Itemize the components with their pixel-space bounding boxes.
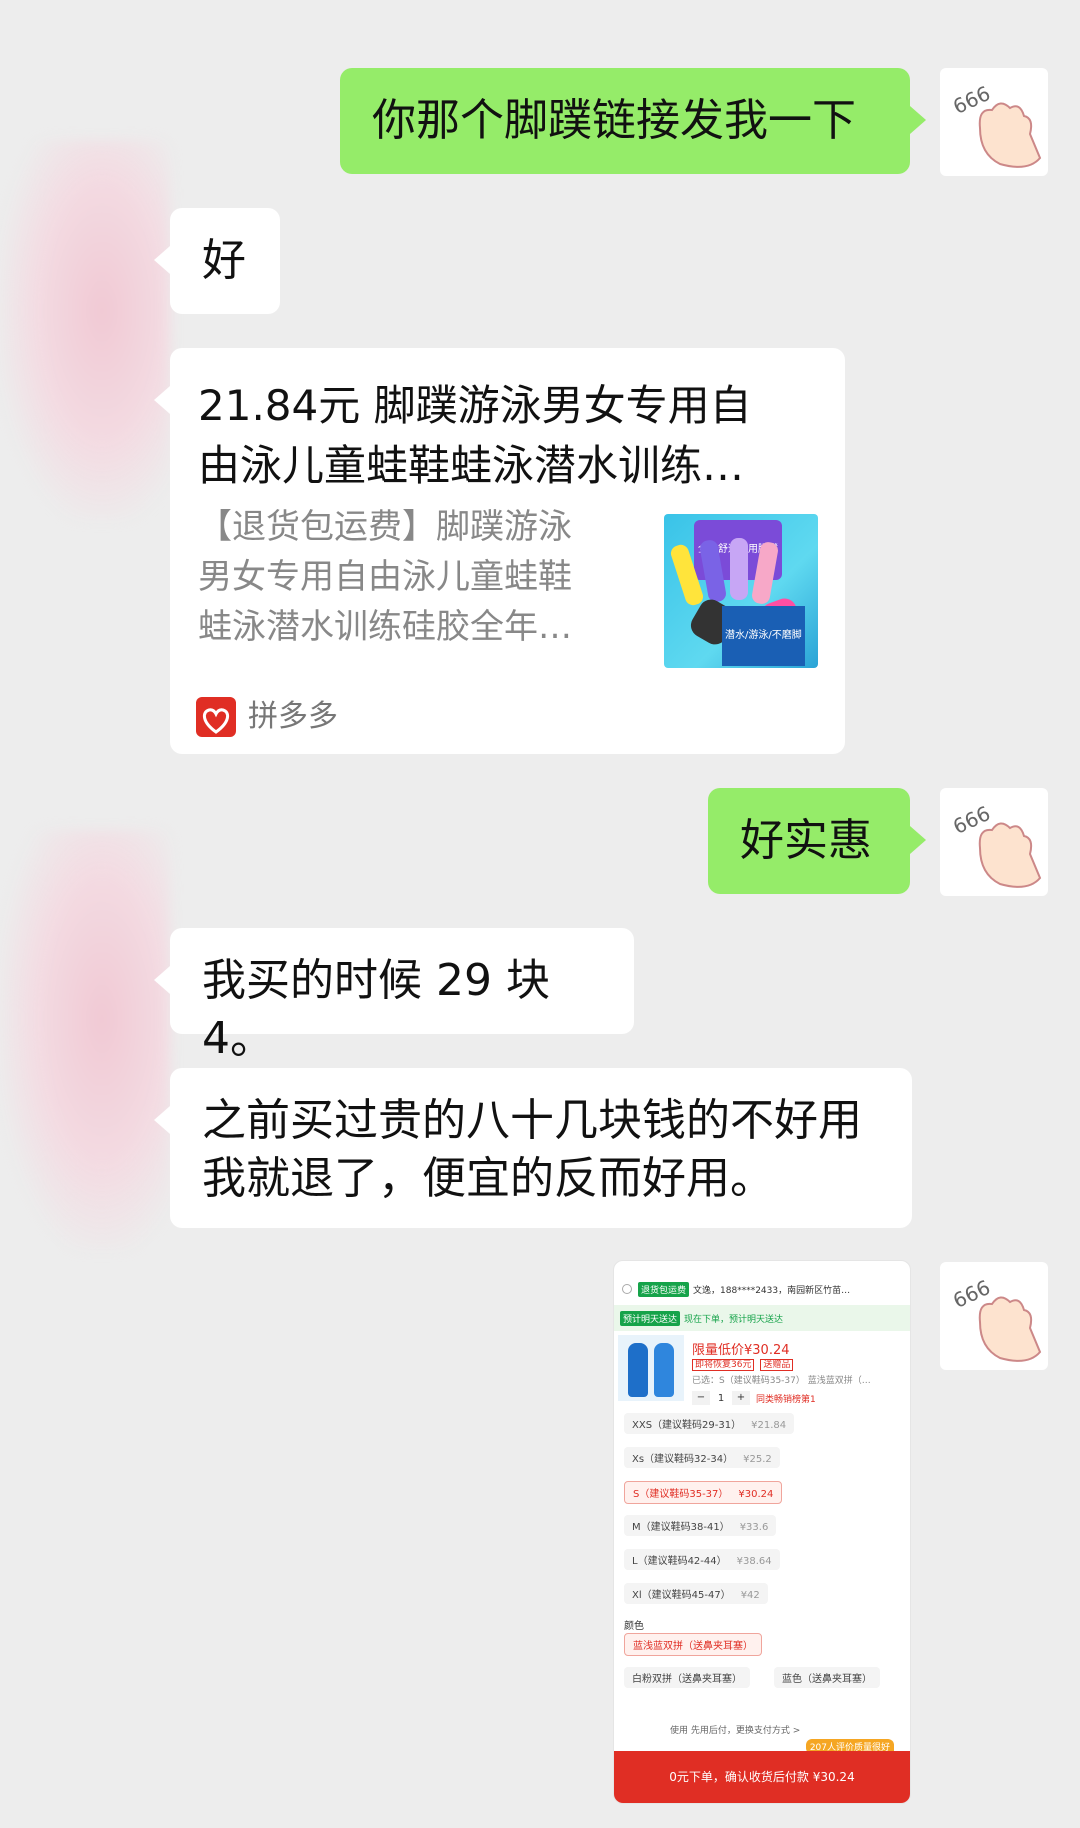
- message-text-line: 之前买过贵的八十几块钱的不好用: [202, 1095, 862, 1146]
- link-card[interactable]: 21.84元 脚蹼游泳男女专用自 由泳儿童蛙鞋蛙泳潜水训练… 【退货包运费】脚蹼…: [170, 348, 845, 754]
- hand-666-icon: 666: [949, 1275, 1042, 1362]
- color-option[interactable]: 蓝色（送鼻夹耳塞）: [774, 1667, 880, 1688]
- message-text: 好实惠: [740, 815, 872, 866]
- hand-666-icon: 666: [949, 81, 1042, 168]
- self-avatar[interactable]: 666: [940, 788, 1048, 896]
- size-option[interactable]: Xs（建议鞋码32-34） ¥25.2: [624, 1447, 780, 1468]
- location-icon: [622, 1284, 632, 1294]
- message-text: 我买的时候 29 块 4。: [202, 955, 550, 1064]
- self-avatar[interactable]: 666: [940, 68, 1048, 176]
- contact-avatar[interactable]: [0, 830, 170, 1250]
- pay-note[interactable]: 使用 先用后付，更换支付方式 >: [670, 1723, 800, 1736]
- message-bubble[interactable]: 我买的时候 29 块 4。: [170, 928, 634, 1064]
- card-description: 【退货包运费】脚蹼游泳 男女专用自由泳儿童蛙鞋 蛙泳潜水训练硅胶全年…: [198, 507, 572, 647]
- card-thumbnail: 全年舒适耐用脚蹼 潜水/游泳/不磨脚: [664, 514, 818, 668]
- delivery-bar: 预计明天送达 现在下单，预计明天送达: [614, 1305, 910, 1331]
- size-option-selected[interactable]: S（建议鞋码35-37） ¥30.24: [624, 1481, 783, 1504]
- bubble-tail: [154, 246, 170, 274]
- address-row: 退货包运费 文逸，188****2433，南园新区竹苗…: [614, 1275, 910, 1303]
- bubble-tail: [154, 1106, 170, 1134]
- message-bubble[interactable]: 好: [170, 208, 280, 314]
- size-option[interactable]: XXS（建议鞋码29-31） ¥21.84: [624, 1413, 795, 1434]
- size-option[interactable]: L（建议鞋码42-44） ¥38.64: [624, 1549, 780, 1570]
- message-bubble[interactable]: 你那个脚蹼链接发我一下: [340, 68, 910, 174]
- color-option[interactable]: 白粉双拼（送鼻夹耳塞）: [624, 1667, 750, 1688]
- self-avatar[interactable]: 666: [940, 1262, 1048, 1370]
- hand-666-icon: 666: [949, 801, 1042, 888]
- order-button[interactable]: 0元下单，确认收货后付款 ¥30.24: [614, 1751, 910, 1803]
- quantity-stepper[interactable]: − 1 + 同类畅销榜第1: [692, 1391, 816, 1405]
- message-bubble[interactable]: 之前买过贵的八十几块钱的不好用 我就退了，便宜的反而好用。: [170, 1068, 912, 1228]
- color-heading: 颜色: [624, 1621, 644, 1632]
- color-option-selected[interactable]: 蓝浅蓝双拼（送鼻夹耳塞）: [624, 1633, 762, 1656]
- selected-spec: 已选：S（建议鞋码35-37） 蓝浅蓝双拼（…: [692, 1376, 871, 1386]
- price-label: 限量低价¥30.24: [692, 1343, 790, 1358]
- size-option[interactable]: M（建议鞋码38-41） ¥33.6: [624, 1515, 777, 1536]
- message-text-line: 我就退了，便宜的反而好用。: [202, 1153, 774, 1204]
- message-text: 你那个脚蹼链接发我一下: [372, 95, 856, 146]
- bubble-tail: [154, 386, 170, 414]
- message-text: 好: [202, 235, 246, 286]
- size-option[interactable]: Xl（建议鞋码45-47） ¥42: [624, 1583, 768, 1604]
- pinduoduo-logo-icon: [196, 697, 236, 737]
- minus-icon[interactable]: −: [692, 1391, 710, 1405]
- bubble-tail: [154, 966, 170, 994]
- message-bubble[interactable]: 好实惠: [708, 788, 910, 894]
- bubble-tail: [910, 826, 926, 854]
- product-image: [618, 1335, 684, 1401]
- promo-tags: 即将恢复36元 送赠品: [692, 1357, 794, 1371]
- image-message[interactable]: 退货包运费 文逸，188****2433，南园新区竹苗… 预计明天送达 现在下单…: [613, 1260, 911, 1804]
- bubble-tail: [910, 106, 926, 134]
- contact-avatar[interactable]: [0, 140, 170, 520]
- card-title: 21.84元 脚蹼游泳男女专用自 由泳儿童蛙鞋蛙泳潜水训练…: [198, 381, 752, 490]
- plus-icon[interactable]: +: [732, 1391, 750, 1405]
- card-source: 拼多多: [196, 688, 338, 746]
